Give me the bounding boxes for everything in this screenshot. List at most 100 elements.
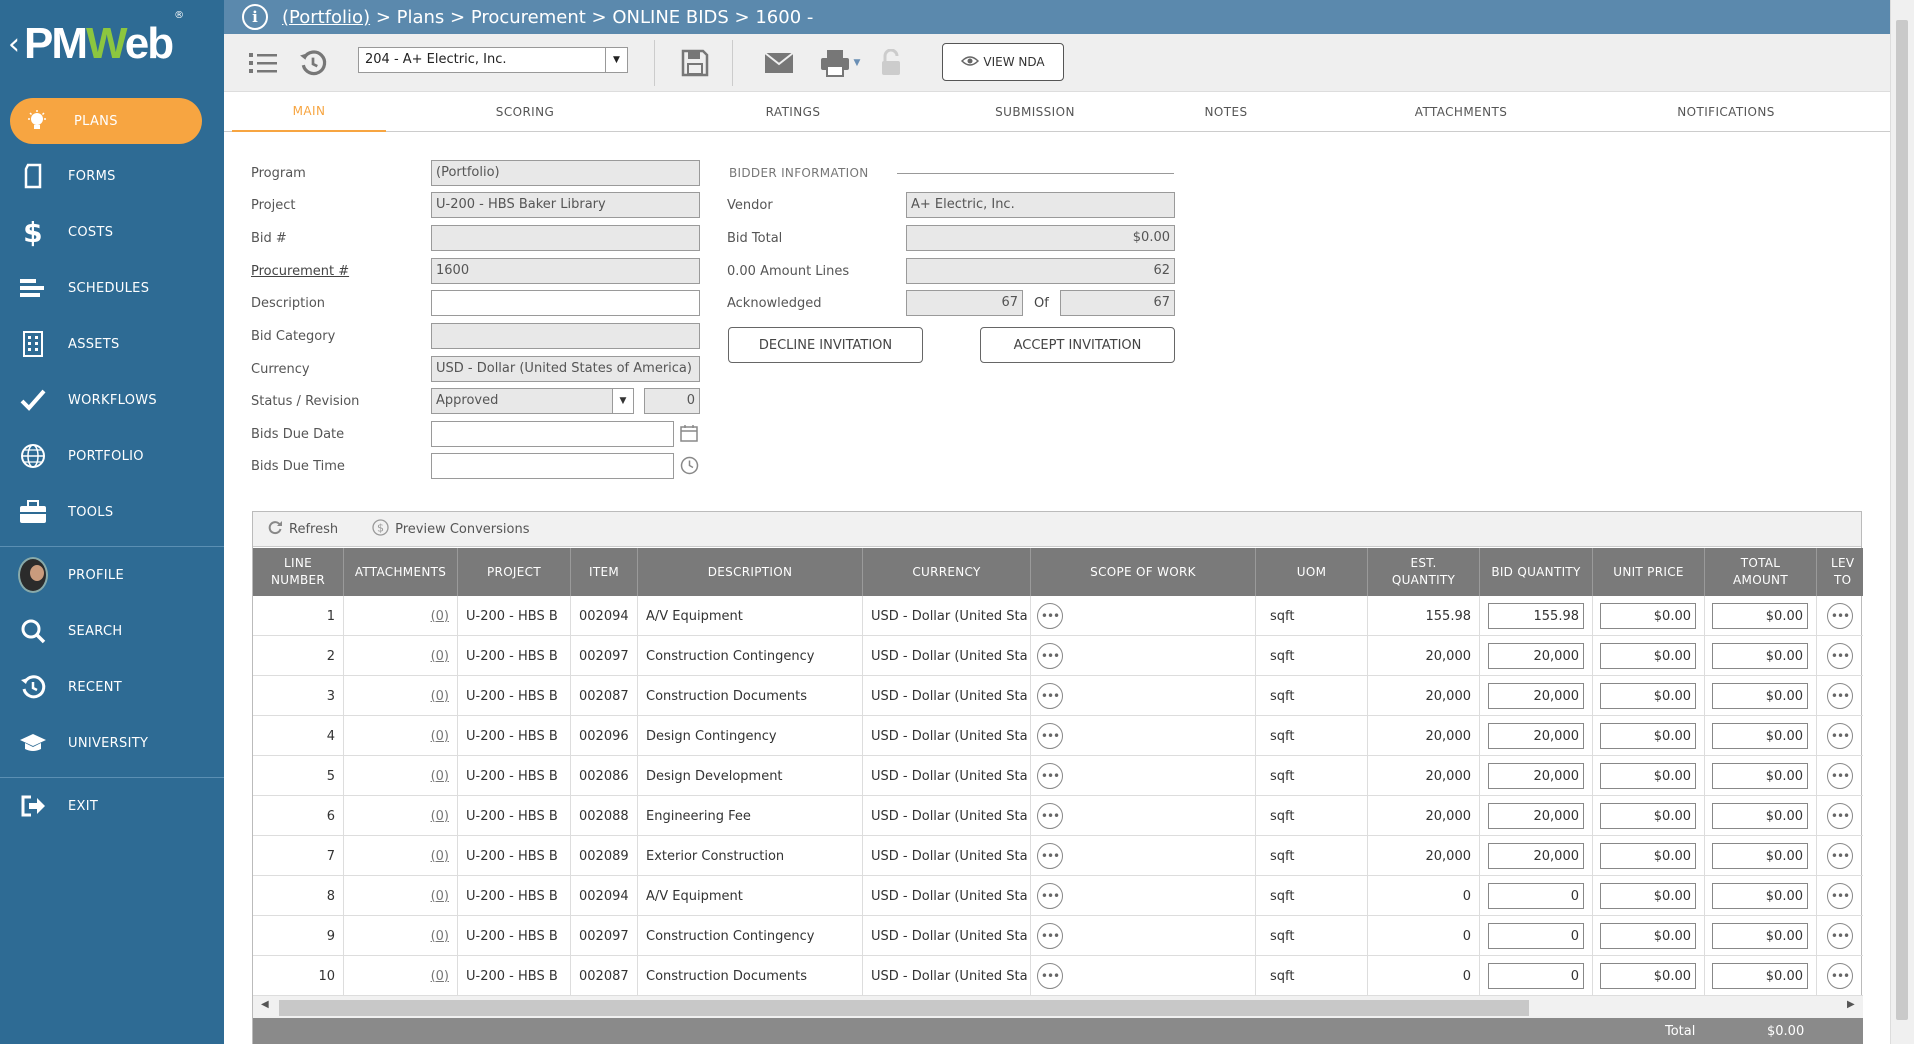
more-options-icon[interactable]: ••• xyxy=(1827,763,1853,789)
attachments-link[interactable]: (0) xyxy=(431,729,449,744)
project-field[interactable]: U-200 - HBS Baker Library xyxy=(431,192,700,218)
email-icon[interactable] xyxy=(764,48,794,78)
bid-quantity-input[interactable]: 155.98 xyxy=(1488,603,1584,629)
acknowledged-total-field[interactable]: 67 xyxy=(1060,290,1175,316)
vertical-scrollbar[interactable] xyxy=(1890,0,1914,1044)
table-row[interactable]: 1 (0) U-200 - HBS B 002094 A/V Equipment USD … xyxy=(253,596,1863,636)
procurement-field[interactable]: 1600 xyxy=(431,258,700,284)
more-options-icon[interactable]: ••• xyxy=(1037,843,1063,869)
procurement-link[interactable]: Procurement # xyxy=(251,264,349,279)
scrollbar-thumb[interactable] xyxy=(1896,20,1908,1020)
more-options-icon[interactable]: ••• xyxy=(1037,923,1063,949)
view-nda-button[interactable]: VIEW NDA xyxy=(942,43,1064,81)
unit-price-input[interactable]: $0.00 xyxy=(1600,723,1696,749)
sidebar-item-recent[interactable]: RECENT xyxy=(0,659,224,715)
total-amount-input[interactable]: $0.00 xyxy=(1712,963,1808,989)
attachments-link[interactable]: (0) xyxy=(431,889,449,904)
sidebar-item-costs[interactable]: $ COSTS xyxy=(0,204,224,260)
scroll-right-arrow-icon[interactable]: ▶ xyxy=(1847,999,1855,1010)
horizontal-scrollbar[interactable]: ◀ ▶ xyxy=(253,996,1863,1018)
table-row[interactable]: 6 (0) U-200 - HBS B 002088 Engineering Fee US… xyxy=(253,796,1863,836)
save-icon[interactable] xyxy=(680,48,710,78)
clock-icon[interactable] xyxy=(680,456,699,479)
total-amount-input[interactable]: $0.00 xyxy=(1712,803,1808,829)
more-options-icon[interactable]: ••• xyxy=(1827,843,1853,869)
bid-quantity-input[interactable]: 20,000 xyxy=(1488,723,1584,749)
col-level-to[interactable]: LEV TO xyxy=(1817,548,1863,596)
bid-quantity-input[interactable]: 20,000 xyxy=(1488,683,1584,709)
more-options-icon[interactable]: ••• xyxy=(1827,803,1853,829)
total-amount-input[interactable]: $0.00 xyxy=(1712,683,1808,709)
scroll-left-arrow-icon[interactable]: ◀ xyxy=(261,999,269,1010)
pmweb-logo[interactable]: ‹ PMWeb ® xyxy=(0,0,224,88)
sidebar-item-university[interactable]: UNIVERSITY xyxy=(0,715,224,771)
more-options-icon[interactable]: ••• xyxy=(1037,763,1063,789)
bids-due-date-input[interactable] xyxy=(431,421,674,447)
col-uom[interactable]: UOM xyxy=(1256,548,1368,596)
col-description[interactable]: DESCRIPTION xyxy=(638,548,863,596)
refresh-button[interactable]: Refresh xyxy=(267,519,338,539)
scrollbar-thumb[interactable] xyxy=(279,1000,1529,1016)
bid-quantity-input[interactable]: 20,000 xyxy=(1488,843,1584,869)
table-row[interactable]: 9 (0) U-200 - HBS B 002097 Construction Cont… xyxy=(253,916,1863,956)
decline-invitation-button[interactable]: DECLINE INVITATION xyxy=(728,327,923,363)
sidebar-item-portfolio[interactable]: PORTFOLIO xyxy=(0,428,224,484)
bid-quantity-input[interactable]: 20,000 xyxy=(1488,803,1584,829)
preview-conversions-button[interactable]: $ Preview Conversions xyxy=(372,518,530,540)
bid-number-field[interactable] xyxy=(431,225,700,251)
table-row[interactable]: 7 (0) U-200 - HBS B 002089 Exterior Construc… xyxy=(253,836,1863,876)
col-total-amount[interactable]: TOTAL AMOUNT xyxy=(1705,548,1817,596)
attachments-link[interactable]: (0) xyxy=(431,649,449,664)
vendor-field[interactable]: A+ Electric, Inc. xyxy=(906,192,1175,218)
sidebar-item-plans[interactable]: PLANS xyxy=(10,98,202,144)
col-attachments[interactable]: ATTACHMENTS xyxy=(344,548,458,596)
col-est-quantity[interactable]: EST. QUANTITY xyxy=(1368,548,1480,596)
col-project[interactable]: PROJECT xyxy=(458,548,571,596)
unit-price-input[interactable]: $0.00 xyxy=(1600,683,1696,709)
unit-price-input[interactable]: $0.00 xyxy=(1600,923,1696,949)
history-icon[interactable] xyxy=(298,48,328,78)
col-unit-price[interactable]: UNIT PRICE xyxy=(1593,548,1705,596)
status-select[interactable]: Approved xyxy=(431,388,613,414)
table-row[interactable]: 4 (0) U-200 - HBS B 002096 Design Contingenc… xyxy=(253,716,1863,756)
table-row[interactable]: 2 (0) U-200 - HBS B 002097 Construction Cont… xyxy=(253,636,1863,676)
table-row[interactable]: 10 (0) U-200 - HBS B 002087 Construction Doc… xyxy=(253,956,1863,996)
acknowledged-field[interactable]: 67 xyxy=(906,290,1023,316)
vendor-select[interactable]: 204 - A+ Electric, Inc. ▼ xyxy=(358,47,628,73)
total-amount-input[interactable]: $0.00 xyxy=(1712,723,1808,749)
info-icon[interactable]: i xyxy=(242,4,268,30)
col-item[interactable]: ITEM xyxy=(571,548,638,596)
bid-quantity-input[interactable]: 20,000 xyxy=(1488,763,1584,789)
table-row[interactable]: 5 (0) U-200 - HBS B 002086 Design Developmen… xyxy=(253,756,1863,796)
col-line-number[interactable]: LINE NUMBER xyxy=(253,548,344,596)
print-dropdown-chevron-icon[interactable]: ▼ xyxy=(850,48,864,78)
bid-quantity-input[interactable]: 20,000 xyxy=(1488,643,1584,669)
tab-scoring[interactable]: SCORING xyxy=(450,92,600,132)
lock-icon[interactable] xyxy=(876,48,906,78)
sidebar-item-profile[interactable]: PROFILE xyxy=(0,547,224,603)
attachments-link[interactable]: (0) xyxy=(431,809,449,824)
total-amount-input[interactable]: $0.00 xyxy=(1712,843,1808,869)
amount-lines-field[interactable]: 62 xyxy=(906,258,1175,284)
sidebar-item-search[interactable]: SEARCH xyxy=(0,603,224,659)
total-amount-input[interactable]: $0.00 xyxy=(1712,763,1808,789)
bid-quantity-input[interactable]: 0 xyxy=(1488,963,1584,989)
chevron-down-icon[interactable]: ▼ xyxy=(612,388,634,414)
tab-attachments[interactable]: ATTACHMENTS xyxy=(1371,92,1551,132)
bids-due-time-input[interactable] xyxy=(431,453,674,479)
currency-field[interactable]: USD - Dollar (United States of America) xyxy=(431,356,700,382)
revision-field[interactable]: 0 xyxy=(644,388,700,414)
total-amount-input[interactable]: $0.00 xyxy=(1712,603,1808,629)
unit-price-input[interactable]: $0.00 xyxy=(1600,843,1696,869)
more-options-icon[interactable]: ••• xyxy=(1827,643,1853,669)
attachments-link[interactable]: (0) xyxy=(431,609,449,624)
total-amount-input[interactable]: $0.00 xyxy=(1712,643,1808,669)
sidebar-item-forms[interactable]: FORMS xyxy=(0,148,224,204)
col-bid-quantity[interactable]: BID QUANTITY xyxy=(1480,548,1593,596)
table-row[interactable]: 8 (0) U-200 - HBS B 002094 A/V Equipment USD … xyxy=(253,876,1863,916)
list-icon[interactable] xyxy=(248,48,278,78)
sidebar-item-tools[interactable]: TOOLS xyxy=(0,484,224,540)
attachments-link[interactable]: (0) xyxy=(431,929,449,944)
accept-invitation-button[interactable]: ACCEPT INVITATION xyxy=(980,327,1175,363)
sidebar-item-assets[interactable]: ASSETS xyxy=(0,316,224,372)
